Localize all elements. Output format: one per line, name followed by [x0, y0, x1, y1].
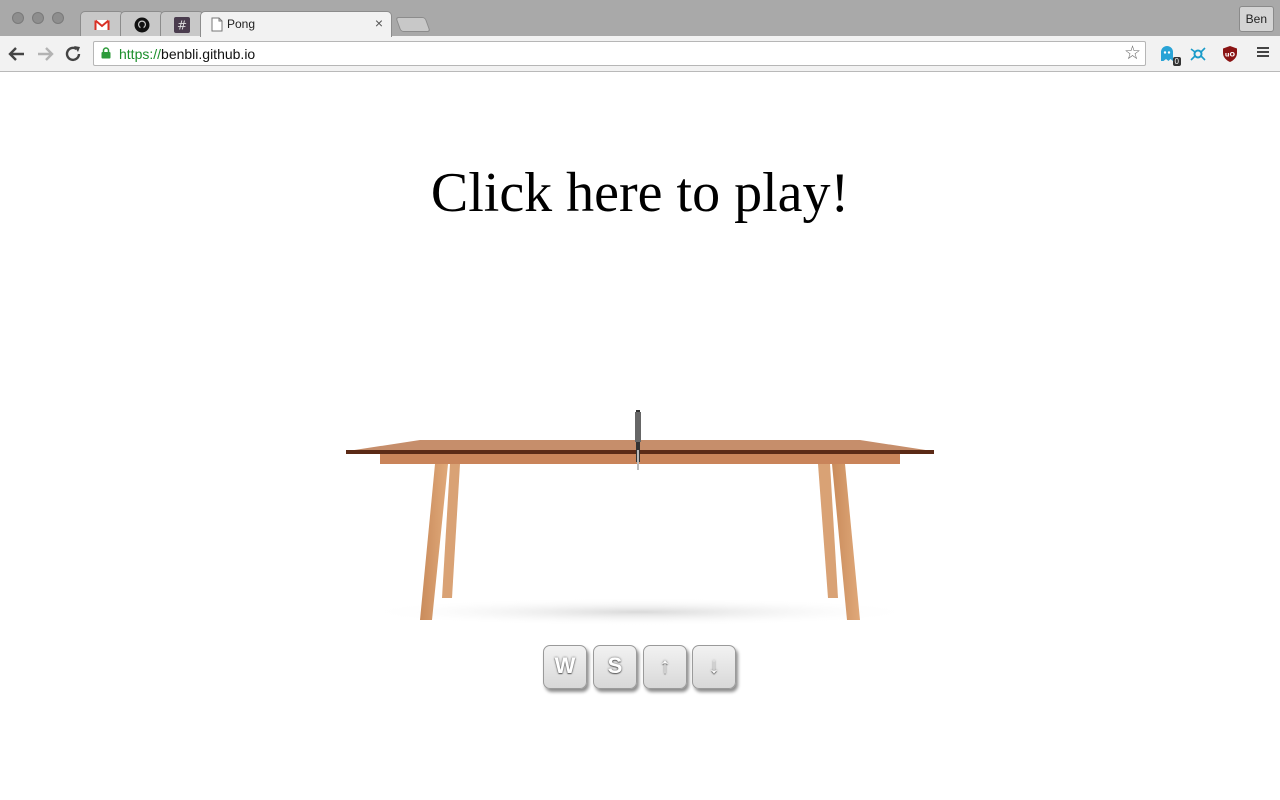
window-close-button[interactable] — [12, 12, 24, 24]
lock-icon — [101, 47, 111, 59]
key-up: ↑ — [643, 645, 687, 689]
key-w: W — [543, 645, 587, 689]
github-icon — [134, 17, 150, 33]
page-content: Click here to play! W S ↑ ↓ — [0, 72, 1280, 800]
browser-menu-icon[interactable] — [1256, 45, 1270, 61]
tab-title: Pong — [227, 17, 256, 31]
svg-text:#: # — [177, 19, 187, 33]
window-minimize-button[interactable] — [32, 12, 44, 24]
url-host: benbli.github.io — [161, 46, 256, 62]
ghostery-extension-button[interactable]: 0 — [1158, 45, 1181, 66]
reload-icon[interactable] — [62, 43, 84, 65]
ping-pong-table-image — [346, 410, 934, 626]
network-extension-button[interactable] — [1189, 45, 1207, 63]
tab-pong[interactable]: Pong × — [200, 11, 392, 37]
shield-icon: uO — [1223, 46, 1237, 62]
svg-text:uO: uO — [1225, 51, 1236, 59]
bookmark-star-icon[interactable]: ☆ — [1124, 43, 1141, 65]
tab-github[interactable] — [120, 11, 164, 36]
tab-gmail[interactable] — [80, 11, 124, 36]
slack-hash-icon: # — [174, 17, 190, 33]
page-icon — [211, 17, 223, 32]
gmail-icon — [94, 19, 110, 30]
back-icon[interactable] — [6, 43, 28, 65]
play-link[interactable]: Click here to play! — [0, 160, 1280, 226]
key-s: S — [593, 645, 637, 689]
browser-toolbar: https://benbli.github.io ☆ 0 uO — [0, 36, 1280, 72]
url-text: https://benbli.github.io — [119, 46, 255, 62]
window-zoom-button[interactable] — [52, 12, 64, 24]
address-bar[interactable]: https://benbli.github.io ☆ — [93, 41, 1146, 66]
key-down: ↓ — [692, 645, 736, 689]
tab-close-icon[interactable]: × — [375, 15, 383, 31]
extension-badge: 0 — [1172, 57, 1181, 66]
tab-slack[interactable]: # — [160, 11, 204, 36]
url-scheme: https:// — [119, 46, 162, 62]
network-icon — [1190, 47, 1206, 61]
profile-button[interactable]: Ben — [1238, 6, 1274, 32]
ublock-extension-button[interactable]: uO — [1221, 45, 1239, 63]
forward-icon[interactable] — [34, 43, 56, 65]
tab-strip: # Pong × Ben — [0, 0, 1280, 37]
new-tab-button[interactable] — [395, 17, 431, 32]
